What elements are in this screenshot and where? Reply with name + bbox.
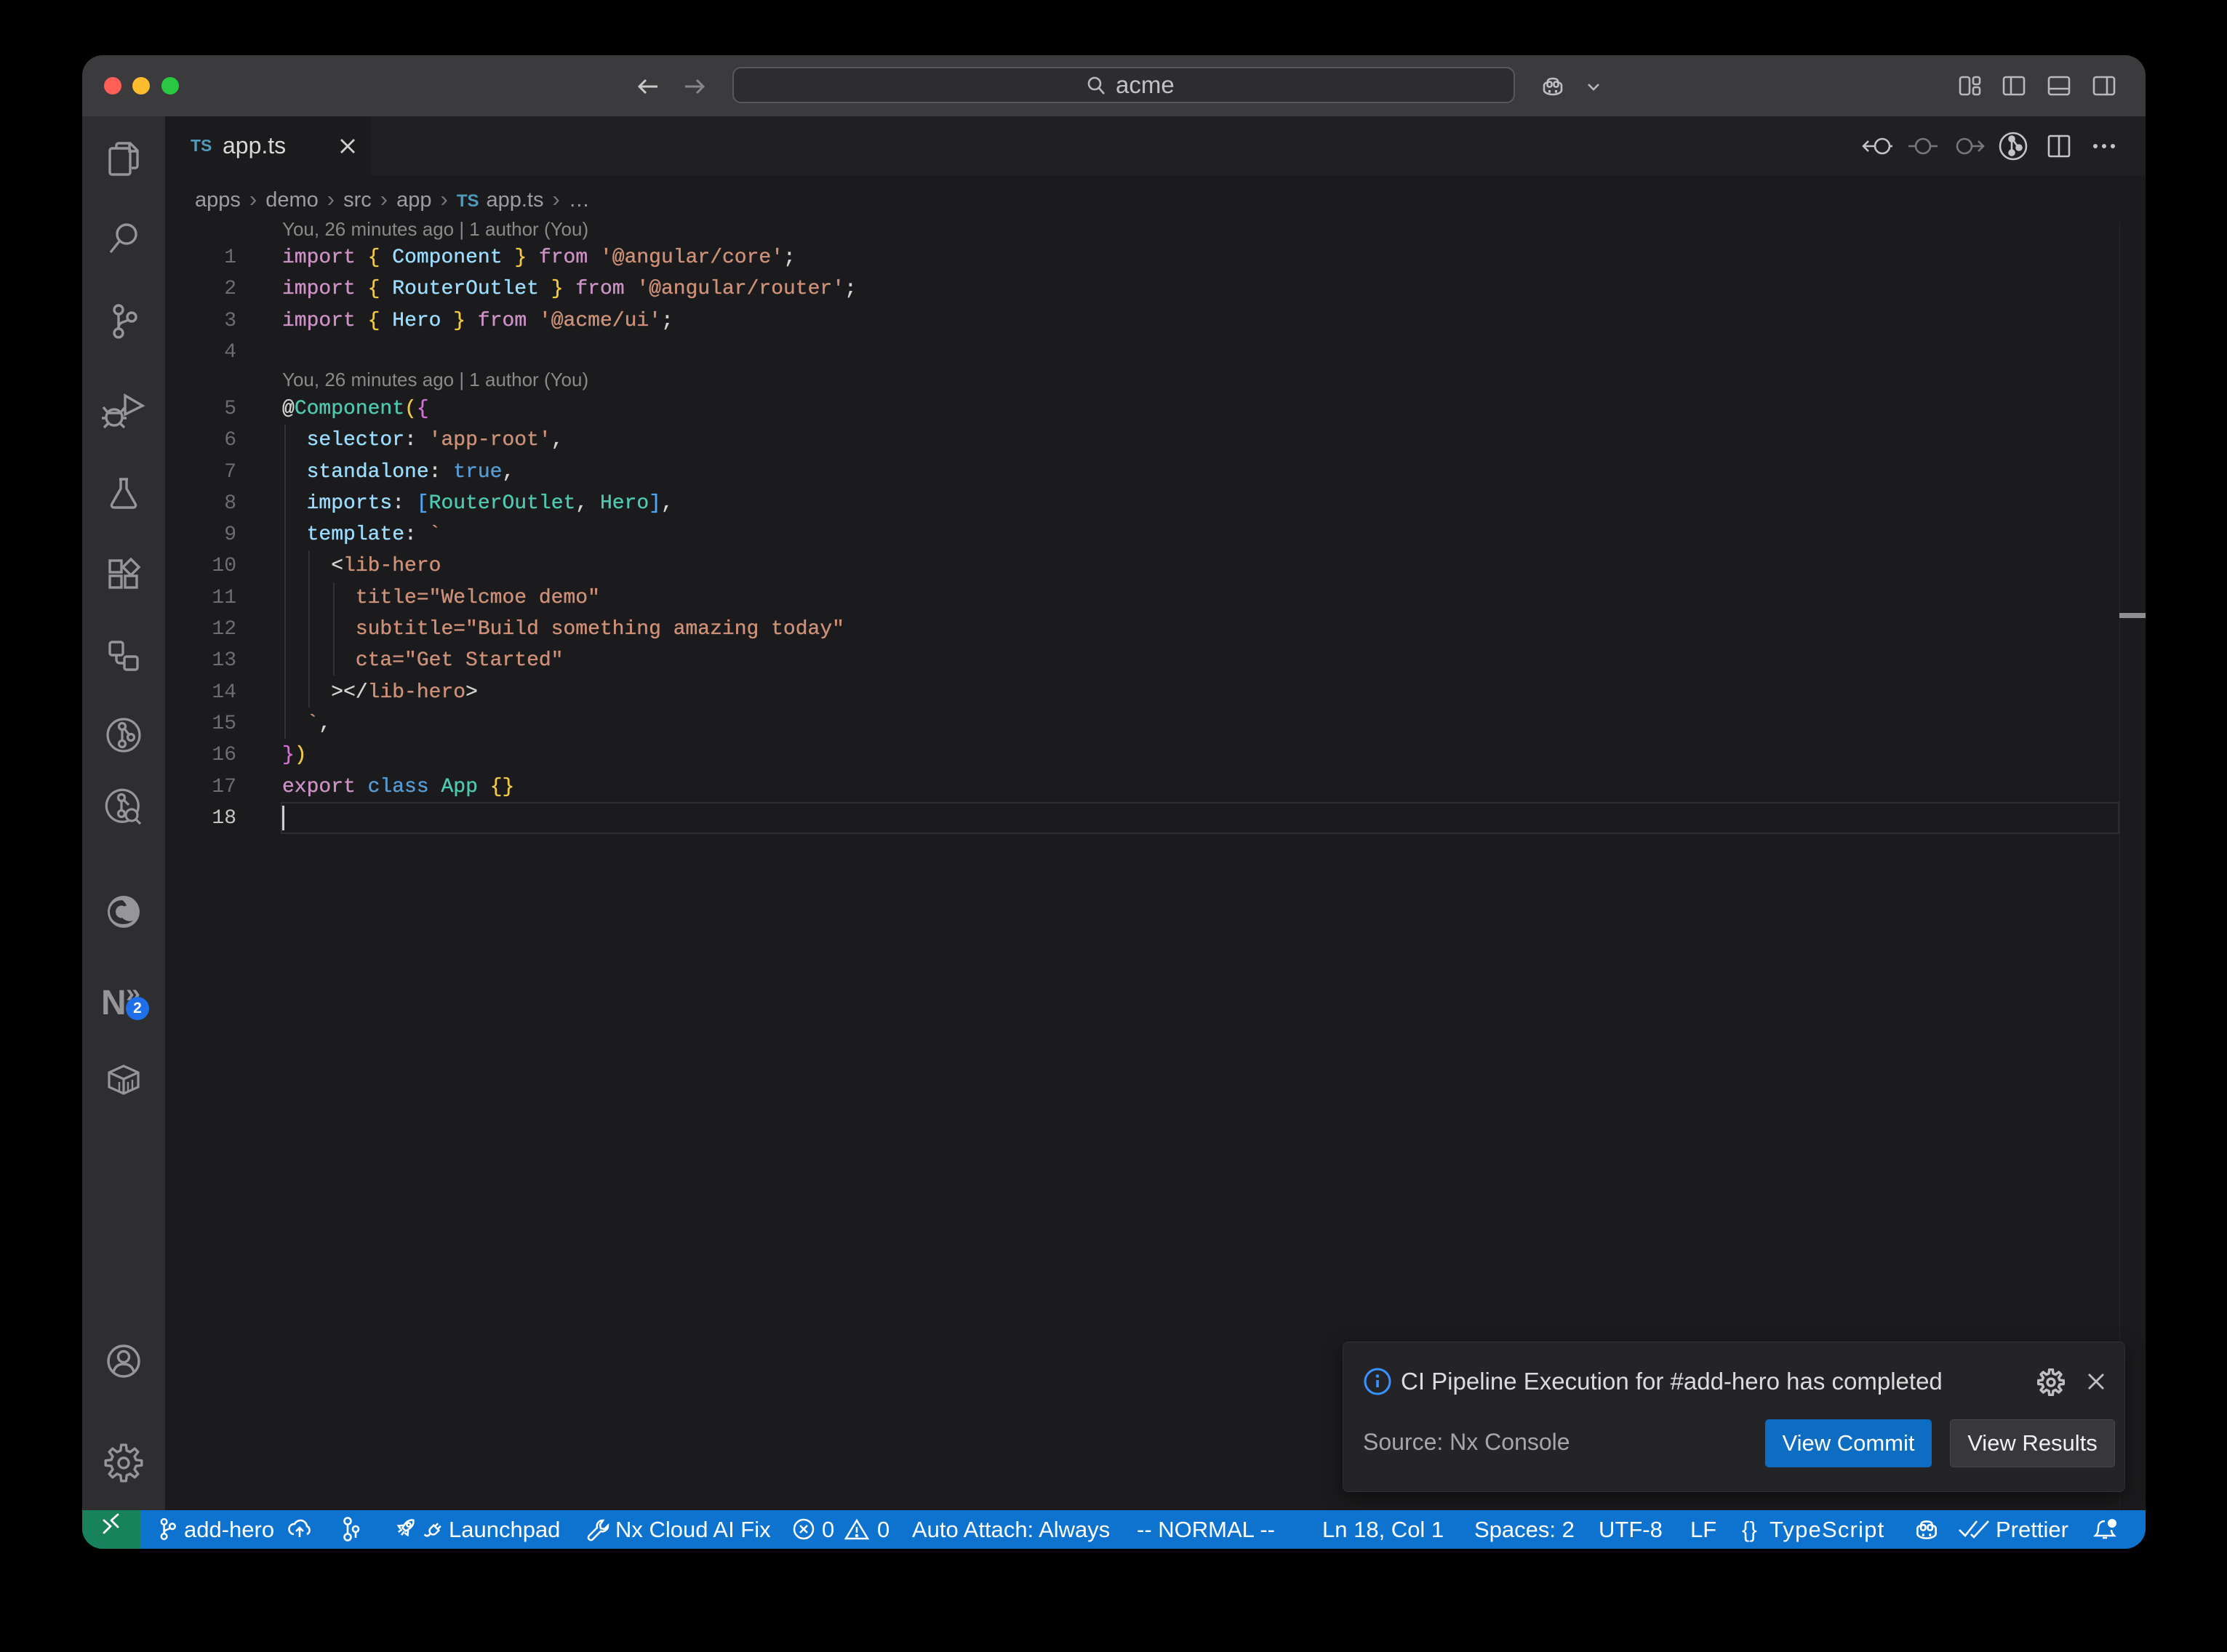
svg-text:N: N — [101, 984, 127, 1022]
